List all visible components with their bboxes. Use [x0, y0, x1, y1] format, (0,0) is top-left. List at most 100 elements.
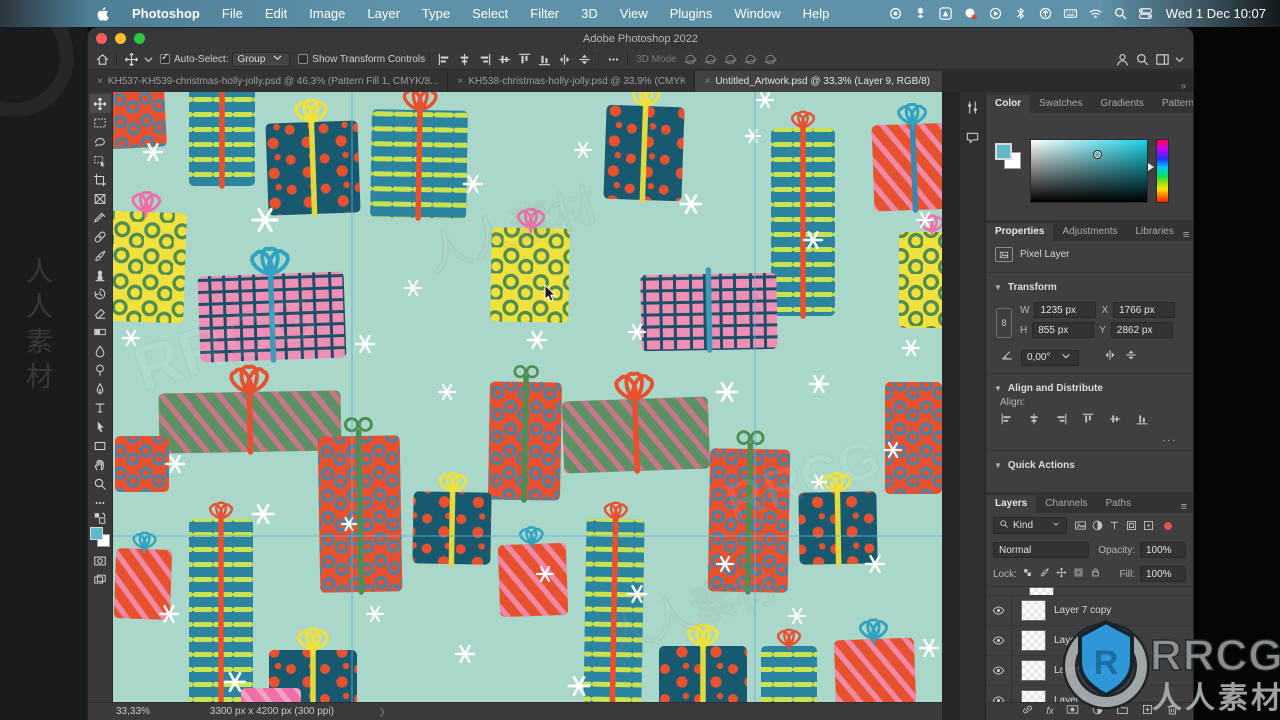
width-field[interactable]: 1235 px: [1034, 302, 1097, 318]
collapsed-panel-icon-sliders[interactable]: [965, 100, 980, 120]
filtering-toggle[interactable]: [1164, 521, 1172, 530]
rotation-field[interactable]: 0,00°: [1021, 349, 1079, 366]
height-field[interactable]: 855 px: [1032, 322, 1095, 338]
align-option-icon-4[interactable]: [514, 49, 534, 69]
lock-all-icon[interactable]: [1090, 567, 1101, 581]
close-tab-icon[interactable]: ×: [704, 76, 710, 87]
app-badge-icon[interactable]: [935, 5, 957, 23]
crop-tool[interactable]: [90, 170, 111, 189]
bluetooth-icon[interactable]: [1010, 5, 1032, 23]
align-center-h-icon[interactable]: [1027, 412, 1041, 431]
hue-slider-marker[interactable]: [1148, 163, 1154, 171]
foreground-color-swatch[interactable]: [995, 143, 1012, 160]
align-option-icon-7[interactable]: [574, 49, 594, 69]
dodge-tool[interactable]: [90, 360, 111, 379]
tab-color[interactable]: Color: [986, 95, 1031, 113]
show-transform-checkbox[interactable]: [298, 54, 309, 64]
menu-item-help[interactable]: Help: [792, 6, 841, 21]
close-tab-icon[interactable]: ×: [97, 76, 103, 87]
move-tool-icon[interactable]: [121, 49, 141, 69]
gradient-tool[interactable]: [90, 322, 111, 341]
type-layers-filter-icon[interactable]: [1106, 519, 1123, 532]
layer-thumbnail[interactable]: [1021, 600, 1046, 621]
document-tab-1[interactable]: × KH538-christmas-holly-jolly.psd @ 33,9%…: [448, 71, 696, 92]
eyedropper-tool[interactable]: [90, 208, 111, 227]
blur-tool[interactable]: [90, 341, 111, 360]
menu-item-edit[interactable]: Edit: [254, 6, 298, 21]
align-top-icon[interactable]: [1081, 412, 1095, 431]
align-option-icon-0[interactable]: [434, 49, 454, 69]
document-tab-2[interactable]: × Untitled_Artwork.psd @ 33,3% (Layer 9, …: [695, 71, 944, 92]
edit-toolbar-icon[interactable]: [90, 493, 111, 512]
opacity-field[interactable]: 100%: [1140, 542, 1193, 564]
smart-object-filter-icon[interactable]: [1140, 519, 1157, 532]
type-tool[interactable]: [90, 398, 111, 417]
panel-menu-icon[interactable]: ≡: [1183, 229, 1189, 241]
menu-item-file[interactable]: File: [211, 6, 254, 21]
rectangle-tool[interactable]: [90, 436, 111, 455]
quick-actions-header[interactable]: ▼ Quick Actions: [986, 455, 1193, 474]
foreground-color-swatch[interactable]: [90, 527, 103, 540]
align-section-header[interactable]: ▼ Align and Distribute: [986, 378, 1193, 397]
status-chevron-icon[interactable]: 〉: [380, 704, 390, 719]
blend-mode-dropdown[interactable]: Normal: [993, 542, 1096, 564]
layer-effects-icon[interactable]: fx: [1046, 706, 1054, 717]
layer-thumbnail[interactable]: [1021, 630, 1046, 651]
healing-brush-tool[interactable]: [90, 227, 111, 246]
marquee-tool[interactable]: [90, 113, 111, 132]
upload-circle-icon[interactable]: [1035, 5, 1057, 23]
menu-item-image[interactable]: Image: [298, 6, 356, 21]
pixel-layers-filter-icon[interactable]: [1072, 519, 1089, 532]
tab-properties[interactable]: Properties: [986, 223, 1054, 241]
menu-item-select[interactable]: Select: [461, 6, 519, 21]
align-right-icon[interactable]: [1054, 412, 1068, 431]
lock-artboard-icon[interactable]: [1073, 567, 1084, 581]
lasso-tool[interactable]: [90, 132, 111, 151]
auto-select-dropdown[interactable]: Group: [232, 51, 291, 67]
collapsed-panel-icon-comment[interactable]: [965, 130, 980, 150]
layer-thumbnail[interactable]: [1029, 587, 1054, 595]
align-option-icon-1[interactable]: [454, 49, 474, 69]
hand-tool[interactable]: [90, 455, 111, 474]
quick-mask-icon[interactable]: [90, 551, 111, 570]
align-option-icon-6[interactable]: [554, 49, 574, 69]
tab-channels[interactable]: Channels: [1036, 495, 1096, 513]
history-brush-tool[interactable]: [90, 284, 111, 303]
transform-section-header[interactable]: ▼ Transform: [986, 277, 1193, 296]
menu-item-filter[interactable]: Filter: [519, 6, 570, 21]
fill-field[interactable]: 100%: [1140, 566, 1193, 588]
zoom-level-field[interactable]: 33,33%: [116, 706, 150, 717]
x-field[interactable]: 1766 px: [1113, 302, 1176, 318]
y-field[interactable]: 2862 px: [1110, 322, 1173, 338]
wifi-icon[interactable]: [1085, 5, 1107, 23]
document-canvas[interactable]: RRCG 人人素材 人人素材 RRCG: [113, 92, 942, 702]
expand-panels-icon[interactable]: »: [1180, 81, 1185, 92]
lock-pixels-icon[interactable]: [1039, 567, 1050, 581]
search-icon[interactable]: [1132, 49, 1152, 69]
layer-visibility-toggle[interactable]: [986, 596, 1012, 625]
tab-layers[interactable]: Layers: [986, 495, 1037, 513]
move-tool[interactable]: [89, 94, 111, 113]
frame-tool[interactable]: [90, 189, 111, 208]
flip-vertical-icon[interactable]: [1124, 348, 1138, 367]
path-selection-tool[interactable]: [90, 417, 111, 436]
tab-adjustments[interactable]: Adjustments: [1053, 223, 1126, 241]
keyboard-icon[interactable]: [1060, 5, 1082, 23]
tab-gradients[interactable]: Gradients: [1091, 95, 1152, 113]
home-icon[interactable]: [92, 49, 112, 69]
menu-item-view[interactable]: View: [609, 6, 659, 21]
share-icon[interactable]: [1112, 49, 1132, 69]
dropbox-icon[interactable]: [910, 5, 932, 23]
chevron-down-icon[interactable]: [141, 49, 156, 69]
chevron-down-icon[interactable]: [1172, 49, 1187, 69]
more-options-icon[interactable]: [603, 49, 623, 69]
record-icon[interactable]: [885, 5, 907, 23]
menu-item-type[interactable]: Type: [411, 6, 461, 21]
menu-item-window[interactable]: Window: [723, 6, 791, 21]
pen-tool[interactable]: [90, 379, 111, 398]
window-titlebar[interactable]: Adobe Photoshop 2022: [88, 28, 1193, 49]
tab-patterns[interactable]: Patterns: [1153, 95, 1193, 113]
tab-swatches[interactable]: Swatches: [1030, 95, 1091, 113]
control-center-icon[interactable]: [1135, 5, 1157, 23]
screen-record-icon[interactable]: [960, 5, 982, 23]
